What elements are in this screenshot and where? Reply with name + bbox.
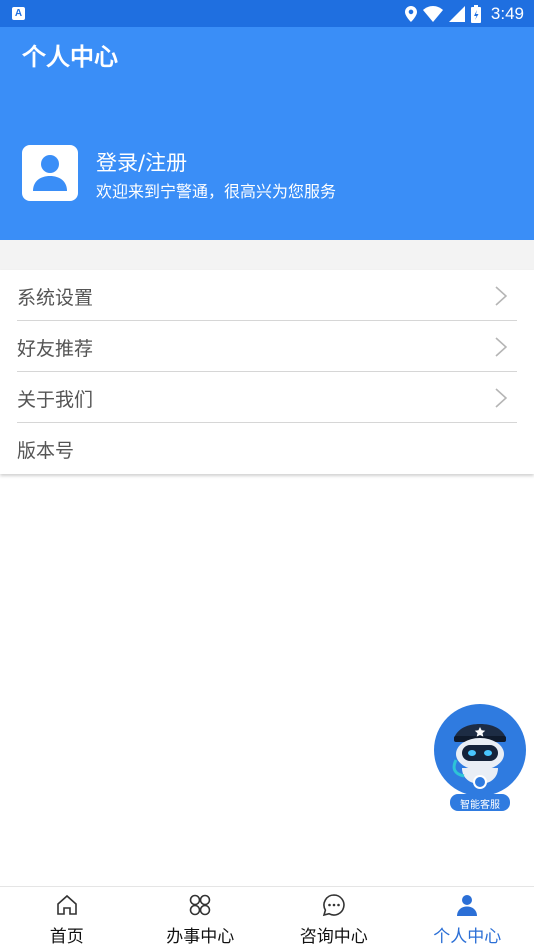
- tab-consult-center[interactable]: 咨询中心: [267, 887, 401, 950]
- battery-icon: [470, 4, 481, 23]
- avatar[interactable]: [22, 145, 78, 201]
- user-avatar-icon: [33, 155, 67, 191]
- chevron-right-icon: [495, 337, 507, 357]
- menu-item-system-settings[interactable]: 系统设置: [17, 270, 517, 321]
- service-grid-icon: [189, 894, 211, 916]
- menu-item-version[interactable]: 版本号: [17, 423, 517, 474]
- tab-service-center[interactable]: 办事中心: [134, 887, 268, 950]
- tab-label: 咨询中心: [299, 927, 368, 947]
- tab-label: 办事中心: [166, 927, 235, 947]
- tab-label: 首页: [49, 927, 84, 947]
- chevron-right-icon: [495, 388, 507, 408]
- menu-item-label: 版本号: [17, 440, 75, 462]
- page-title: 个人中心: [22, 43, 118, 71]
- home-icon: [56, 894, 77, 915]
- settings-menu: 系统设置 好友推荐 关于我们 版本号: [0, 270, 534, 474]
- location-icon: [404, 5, 417, 22]
- menu-item-about-us[interactable]: 关于我们: [17, 372, 517, 423]
- menu-item-label: 系统设置: [17, 287, 94, 309]
- person-icon: [457, 895, 478, 916]
- profile-header: 个人中心 登录/注册 欢迎来到宁警通，很高兴为您服务: [0, 27, 534, 240]
- chat-bubble-icon: [322, 894, 345, 917]
- menu-item-friend-recommend[interactable]: 好友推荐: [17, 321, 517, 372]
- wifi-icon: [422, 5, 443, 22]
- app-notification-icon: A: [12, 7, 25, 20]
- menu-item-label: 关于我们: [17, 389, 94, 411]
- smart-assistant-button[interactable]: 智能客服: [432, 704, 528, 812]
- menu-item-label: 好友推荐: [17, 338, 94, 360]
- welcome-text: 欢迎来到宁警通，很高兴为您服务: [96, 182, 337, 201]
- assistant-label: 智能客服: [460, 800, 500, 811]
- bottom-nav: 首页 办事中心 咨询中心 个人中心: [0, 886, 534, 950]
- signal-icon: [448, 5, 465, 22]
- clock: 3:49: [490, 3, 524, 23]
- status-bar: A 3:49: [0, 0, 534, 27]
- tab-home[interactable]: 首页: [0, 887, 134, 950]
- tab-label: 个人中心: [433, 927, 502, 947]
- tab-personal-center[interactable]: 个人中心: [401, 887, 534, 950]
- login-register-link[interactable]: 登录/注册: [96, 147, 187, 177]
- chevron-right-icon: [495, 286, 507, 306]
- status-icons: 3:49: [404, 0, 524, 27]
